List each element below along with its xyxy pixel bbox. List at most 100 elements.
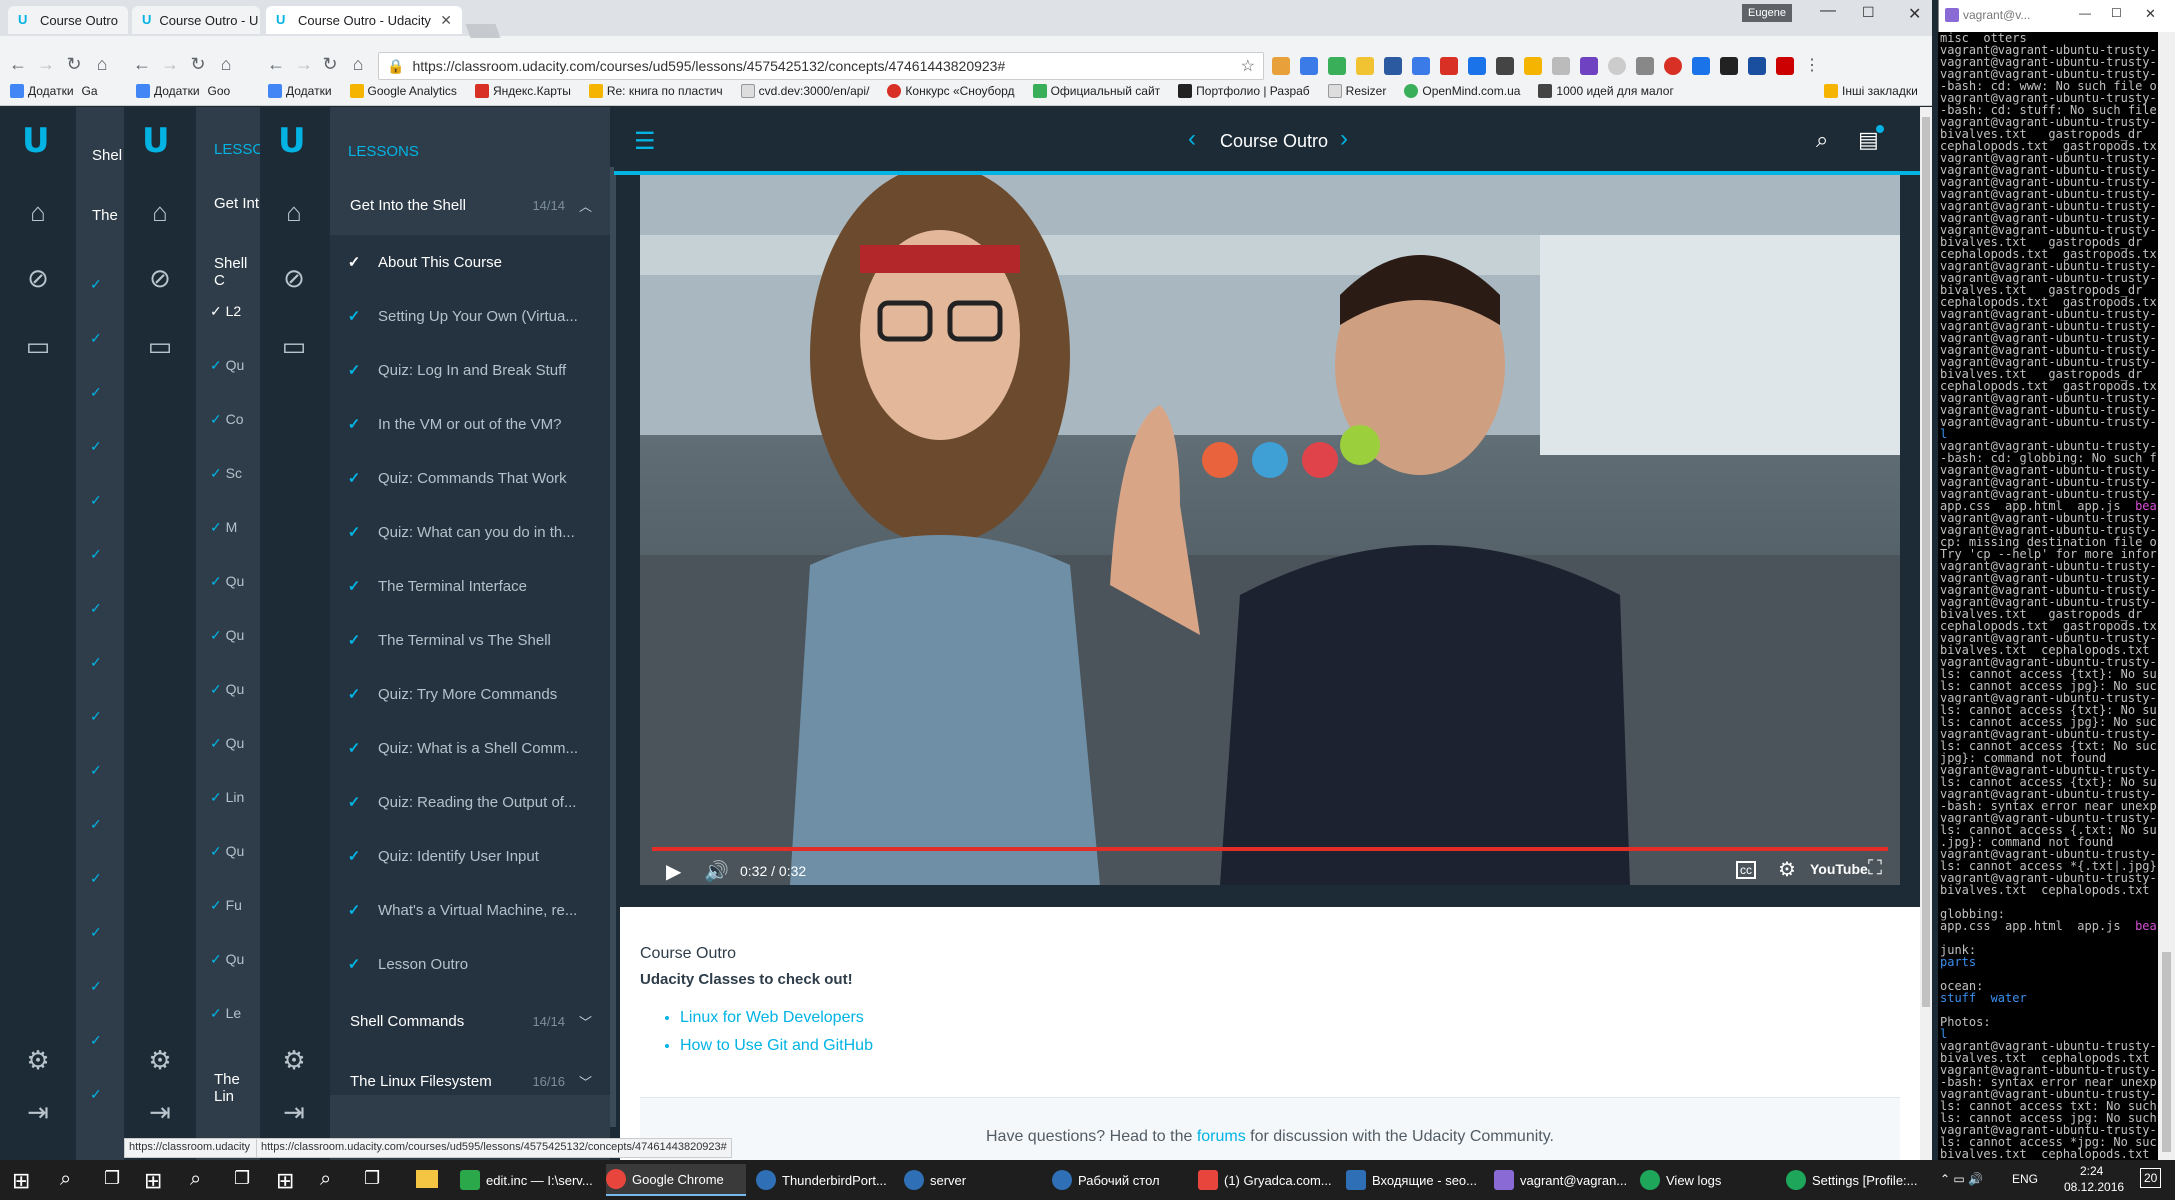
extension-icon[interactable] [1440, 57, 1458, 75]
lesson-item[interactable]: ✓ Quiz: Reading the Output of... [330, 775, 610, 829]
extension-icon[interactable] [1412, 57, 1430, 75]
bookmark-apps[interactable]: Додатки [136, 84, 200, 98]
task-view-icon[interactable]: ❐ [364, 1168, 380, 1189]
home-icon[interactable]: ⌂ [214, 52, 238, 76]
back-icon[interactable]: ← [6, 52, 30, 76]
lesson-item[interactable]: ✓ Quiz: What is a Shell Comm... [330, 721, 610, 775]
captions-icon[interactable]: cc [1736, 861, 1756, 879]
other-bookmarks[interactable]: Інші закладки [1824, 84, 1918, 98]
clock-date[interactable]: 08.12.2016 [2064, 1180, 2124, 1194]
forward-icon[interactable]: → [292, 52, 316, 76]
lesson-item[interactable]: ✓ Quiz: Commands That Work [330, 451, 610, 505]
lesson-item[interactable]: ✓ What's a Virtual Machine, re... [330, 883, 610, 937]
home-icon[interactable]: ⌂ [18, 197, 58, 228]
taskbar-item[interactable]: Settings [Profile:... [1786, 1164, 1926, 1196]
chevron-up-icon[interactable]: ︿ [579, 196, 592, 215]
lesson-item[interactable]: ✓ Quiz: Identify User Input [330, 829, 610, 883]
forward-icon[interactable]: → [158, 52, 182, 76]
extension-icon[interactable] [1664, 57, 1682, 75]
taskbar-item[interactable]: (1) Gryadca.com... [1198, 1164, 1338, 1196]
terminal-scrollbar[interactable] [2158, 32, 2175, 1160]
bookmark-item[interactable]: Resizer [1327, 84, 1386, 98]
section-get-into-shell[interactable]: Get Into the Shell 14/14 ︿ [330, 175, 610, 235]
maximize-icon[interactable]: ☐ [1862, 4, 1875, 21]
taskbar-item[interactable]: server [904, 1164, 1044, 1196]
section-linux-filesystem[interactable]: The Linux Filesystem 16/16 ﹀ [330, 1051, 610, 1111]
bookmark-item[interactable]: Google Analytics [349, 84, 457, 98]
search-icon[interactable]: ⌕ [60, 1168, 71, 1191]
new-tab-button[interactable] [465, 24, 501, 38]
bookmark-star-icon[interactable]: ☆ [1241, 56, 1255, 76]
bookmark-item[interactable]: OpenMind.com.ua [1404, 84, 1520, 98]
taskbar-item[interactable]: edit.inc — I:\serv... [460, 1164, 600, 1196]
bookmark-item[interactable]: Re: книга по пластич [588, 84, 723, 98]
chat-icon[interactable]: ▭ [18, 331, 58, 362]
compass-icon[interactable]: ⊘ [140, 263, 180, 294]
taskbar-item[interactable]: Входящие - seo... [1346, 1164, 1486, 1196]
clock-time[interactable]: 2:24 [2080, 1164, 2103, 1178]
task-view-icon[interactable]: ❐ [234, 1168, 250, 1189]
udacity-logo-icon[interactable]: U [278, 121, 306, 161]
taskbar-item[interactable]: ThunderbirdPort... [756, 1164, 896, 1196]
udacity-logo-icon[interactable]: U [22, 121, 50, 161]
video-player[interactable]: ▶ 🔊 0:32 / 0:32 cc ⚙ YouTube ⛶ [620, 175, 1920, 907]
extension-icon[interactable] [1524, 57, 1542, 75]
extension-icon[interactable] [1748, 57, 1766, 75]
back-icon[interactable]: ← [264, 52, 288, 76]
windows-start-icon[interactable]: ⊞ [276, 1168, 294, 1194]
bookmark-item[interactable]: Конкурс «Сноуборд [887, 84, 1015, 98]
lesson-item[interactable]: ✓ Quiz: Log In and Break Stuff [330, 343, 610, 397]
compass-icon[interactable]: ⊘ [274, 263, 314, 294]
notifications-icon[interactable]: 20 [2140, 1168, 2162, 1188]
close-window-icon[interactable]: ✕ [1908, 4, 1921, 24]
extension-icon[interactable] [1300, 57, 1318, 75]
extension-icon[interactable] [1496, 57, 1514, 75]
taskbar-item[interactable]: vagrant@vagran... [1494, 1164, 1634, 1196]
chevron-down-icon[interactable]: ﹀ [579, 1012, 592, 1031]
gear-icon[interactable]: ⚙ [18, 1045, 58, 1076]
bookmark-apps[interactable]: Додатки [10, 84, 74, 98]
home-icon[interactable]: ⌂ [274, 197, 314, 228]
minimize-icon[interactable]: — [1820, 2, 1836, 20]
close-window-icon[interactable]: ✕ [2145, 6, 2156, 22]
reload-icon[interactable]: ↻ [186, 52, 210, 76]
tab-course-outro-1[interactable]: U Course Outro [8, 6, 128, 34]
reload-icon[interactable]: ↻ [62, 52, 86, 76]
home-icon[interactable]: ⌂ [346, 52, 370, 76]
maximize-icon[interactable]: ☐ [2111, 6, 2122, 20]
lesson-item[interactable]: ✓ In the VM or out of the VM? [330, 397, 610, 451]
address-bar[interactable]: 🔒 https://classroom.udacity.com/courses/… [378, 52, 1264, 80]
bookmark-google[interactable]: Goo [208, 84, 231, 98]
extension-icon[interactable] [1272, 57, 1290, 75]
profile-badge[interactable]: Eugene [1742, 4, 1792, 22]
sidebar-scrollbar[interactable] [610, 167, 616, 1127]
gear-icon[interactable]: ⚙ [140, 1045, 180, 1076]
lesson-item[interactable]: ✓ Quiz: What can you do in th... [330, 505, 610, 559]
home-icon[interactable]: ⌂ [140, 197, 180, 228]
bookmark-item[interactable]: Яндекс.Карты [474, 84, 571, 98]
extension-icon[interactable] [1468, 57, 1486, 75]
lesson-item[interactable]: ✓ Lesson Outro [330, 937, 610, 991]
windows-start-icon[interactable]: ⊞ [12, 1168, 30, 1194]
extension-icon[interactable] [1776, 57, 1794, 75]
logout-icon[interactable]: ⇥ [274, 1097, 314, 1128]
bookmark-item[interactable]: cvd.dev:3000/en/api/ [740, 84, 869, 98]
lesson-item[interactable]: ✓ The Terminal Interface [330, 559, 610, 613]
taskbar-item[interactable]: View logs [1640, 1164, 1780, 1196]
bookmark-item[interactable]: Додатки [268, 84, 332, 98]
page-scrollbar[interactable] [1920, 107, 1932, 1160]
extension-icons[interactable]: ⋮ [1272, 57, 1902, 77]
bookmark-item[interactable]: Портфолио | Разраб [1178, 84, 1310, 98]
course-link[interactable]: Linux for Web Developers [680, 1009, 864, 1026]
logout-icon[interactable]: ⇥ [140, 1097, 180, 1128]
tab-course-outro-active[interactable]: U Course Outro - Udacity ✕ [266, 6, 462, 34]
extension-icon[interactable] [1552, 57, 1570, 75]
udacity-logo-icon[interactable]: U [142, 121, 170, 161]
extension-icon[interactable] [1384, 57, 1402, 75]
close-tab-icon[interactable]: ✕ [440, 12, 452, 29]
logout-icon[interactable]: ⇥ [18, 1097, 58, 1128]
bookmark-ga[interactable]: Ga [82, 84, 98, 98]
prev-concept-icon[interactable]: ‹ [1188, 125, 1196, 153]
tab-course-outro-2[interactable]: U Course Outro - U [132, 6, 260, 34]
windows-start-icon[interactable]: ⊞ [144, 1168, 162, 1194]
